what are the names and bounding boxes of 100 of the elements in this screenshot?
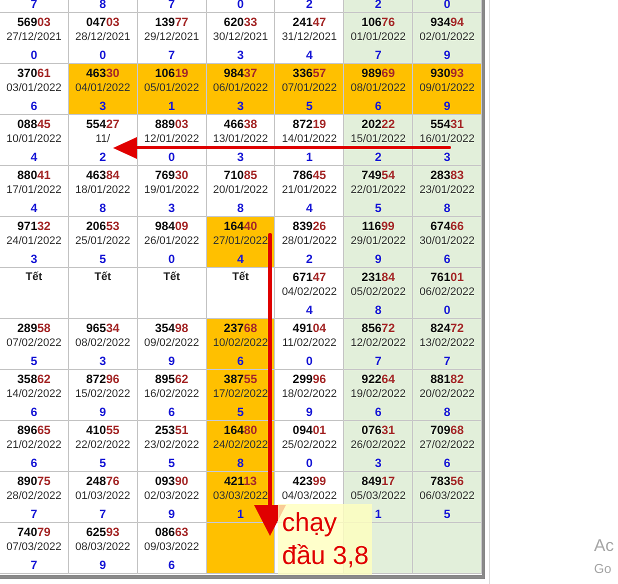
draw-date: 05/01/2022 — [144, 82, 200, 94]
draw-date: 14/02/2022 — [6, 388, 62, 400]
head-digit: 0 — [168, 150, 175, 165]
head-digit: 8 — [237, 201, 244, 216]
head-digit: 4 — [30, 201, 38, 216]
draw-date: 03/03/2022 — [212, 490, 268, 502]
head-digit: 0 — [444, 303, 450, 318]
head-digit: 4 — [306, 201, 313, 216]
lottery-number: 08845 — [17, 117, 51, 131]
head-digit: 5 — [99, 456, 106, 471]
draw-date: 11/ — [96, 133, 110, 145]
lottery-number: 55427 — [86, 117, 120, 131]
head-digit: 1 — [306, 150, 313, 165]
lottery-number: 37061 — [17, 66, 51, 80]
head-digit: 2 — [374, 150, 382, 165]
lottery-number: 16440 — [224, 219, 258, 233]
head-digit: 7 — [30, 558, 38, 573]
lottery-number: 71085 — [224, 168, 258, 182]
lottery-number: 92264 — [362, 372, 395, 386]
draw-date: 06/02/2022 — [420, 286, 475, 298]
lottery-number: 07631 — [362, 423, 395, 437]
lottery-number: 78356 — [430, 474, 464, 488]
draw-date: 31/12/2021 — [282, 31, 337, 43]
lottery-number: 62033 — [224, 15, 258, 29]
draw-date: 22/02/2022 — [75, 439, 130, 451]
head-digit: 9 — [99, 405, 106, 420]
draw-date: 24/01/2022 — [6, 235, 62, 247]
head-digit: 6 — [168, 558, 175, 573]
lottery-number: 87296 — [86, 372, 120, 386]
lottery-number: 10619 — [154, 66, 188, 80]
lottery-number: 89075 — [17, 474, 51, 488]
head-digit: 9 — [306, 405, 313, 420]
draw-date: 04/02/2022 — [282, 286, 337, 298]
head-digit: 8 — [444, 405, 450, 420]
lottery-number: 89665 — [17, 423, 51, 437]
draw-date: 07/03/2022 — [6, 541, 62, 553]
head-digit: 7 — [30, 507, 38, 522]
head-digit: 8 — [237, 456, 244, 471]
head-digit: 3 — [237, 150, 244, 165]
lottery-number: 23768 — [224, 321, 258, 335]
head-digit: 7 — [168, 48, 175, 63]
lottery-number: 16480 — [224, 423, 258, 437]
draw-date: 21/01/2022 — [282, 184, 337, 196]
head-digit: 0 — [168, 252, 175, 267]
draw-date: 06/03/2022 — [420, 490, 475, 502]
draw-date: 10/01/2022 — [6, 133, 62, 145]
lottery-number: 89562 — [154, 372, 188, 386]
draw-date: 26/01/2022 — [144, 235, 200, 247]
lottery-number: 93093 — [430, 66, 464, 80]
head-digit: 3 — [99, 354, 106, 369]
head-digit: 5 — [374, 201, 382, 216]
draw-date: 16/01/2022 — [420, 133, 475, 145]
head-digit: 5 — [237, 405, 244, 420]
lottery-number: 55431 — [430, 117, 464, 131]
lottery-number: 42399 — [292, 474, 326, 488]
head-digit: 5 — [306, 99, 313, 114]
draw-date: 16/02/2022 — [144, 388, 200, 400]
head-digit: 6 — [30, 456, 38, 471]
head-digit: 4 — [30, 150, 38, 165]
draw-date: 02/03/2022 — [144, 490, 200, 502]
head-digit: 7 — [444, 354, 450, 369]
lottery-number: 11699 — [362, 219, 395, 233]
draw-date: 08/02/2022 — [75, 337, 130, 349]
head-digit: 3 — [237, 99, 244, 114]
draw-date: 11/02/2022 — [282, 337, 336, 349]
lottery-number: 70968 — [430, 423, 464, 437]
draw-date: 01/01/2022 — [350, 31, 406, 43]
draw-date: 21/02/2022 — [6, 439, 62, 451]
draw-date: 18/02/2022 — [282, 388, 337, 400]
head-digit: 6 — [30, 405, 38, 420]
draw-date: 08/01/2022 — [350, 82, 406, 94]
draw-date: 15/02/2022 — [75, 388, 130, 400]
head-digit: 8 — [374, 303, 382, 318]
draw-date: 14/01/2022 — [282, 133, 337, 145]
lottery-number: 98409 — [154, 219, 188, 233]
head-digit: 8 — [99, 201, 106, 216]
draw-date: 09/03/2022 — [144, 541, 200, 553]
lottery-number: 24147 — [292, 15, 326, 29]
head-digit: 6 — [237, 354, 244, 369]
lottery-number: 98437 — [224, 66, 258, 80]
draw-date: 17/01/2022 — [6, 184, 62, 196]
lottery-number: 20653 — [86, 219, 120, 233]
head-digit: 1 — [168, 99, 175, 114]
draw-date: 04/03/2022 — [282, 490, 337, 502]
lottery-number: 42113 — [224, 474, 257, 488]
draw-date: 10/02/2022 — [212, 337, 268, 349]
head-digit: 3 — [99, 99, 106, 114]
head-digit: 2 — [306, 252, 313, 267]
draw-date: 15/01/2022 — [350, 133, 406, 145]
head-digit: 7 — [30, 0, 38, 12]
lottery-number: 96534 — [86, 321, 120, 335]
draw-date: 12/01/2022 — [144, 133, 200, 145]
head-digit: 6 — [30, 99, 38, 114]
draw-date: 20/01/2022 — [212, 184, 268, 196]
draw-date: 09/02/2022 — [144, 337, 200, 349]
head-digit: 8 — [444, 201, 450, 216]
head-digit: 3 — [444, 150, 450, 165]
lottery-number: 67466 — [430, 219, 464, 233]
lottery-number: 76101 — [430, 270, 464, 284]
holiday-label: Tết — [163, 270, 180, 284]
